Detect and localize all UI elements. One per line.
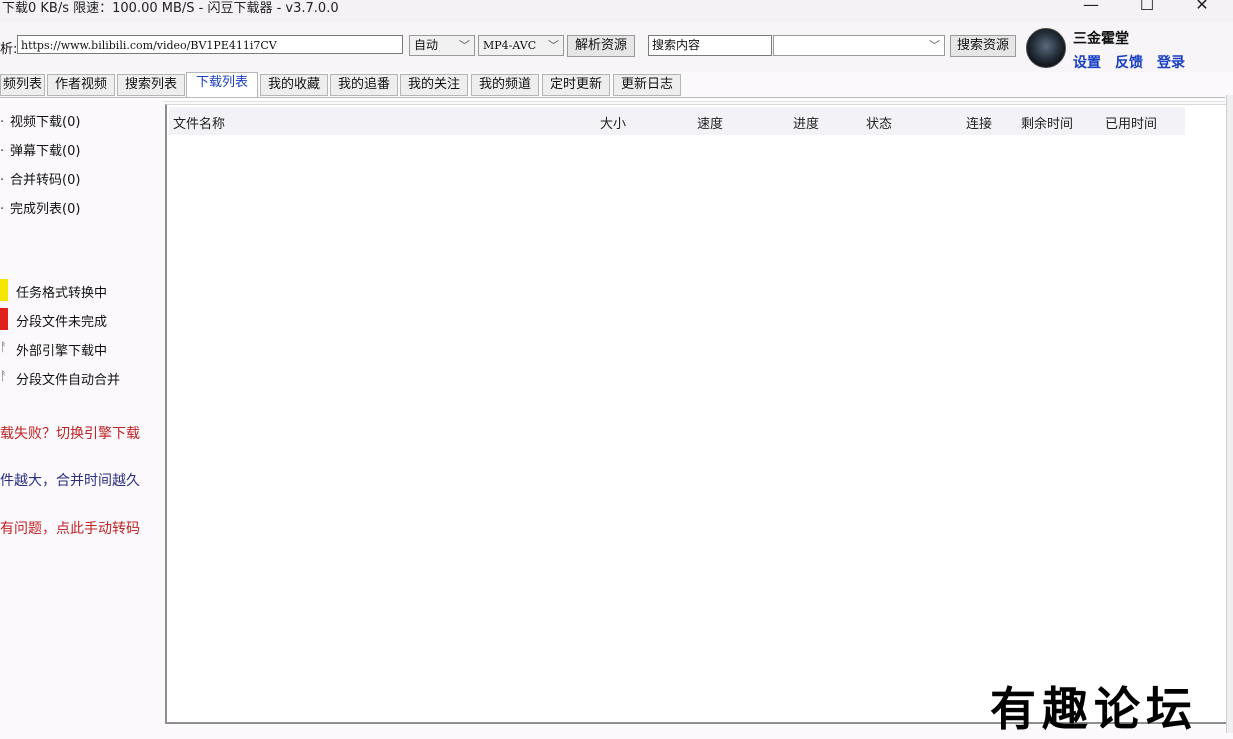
settings-link[interactable]: 设置: [1073, 52, 1101, 72]
column-header-speed[interactable]: 速度: [697, 113, 723, 132]
tab-following[interactable]: 我的关注: [400, 74, 468, 96]
username: 三金霍堂: [1073, 31, 1129, 47]
tab-changelog[interactable]: 更新日志: [613, 74, 681, 96]
window-title: 下载0 KB/s 限速：100.00 MB/S - 闪豆下载器 - v3.7.0…: [2, 1, 339, 16]
avatar[interactable]: [1026, 28, 1066, 68]
column-header-filename[interactable]: 文件名称: [173, 113, 225, 132]
column-header-remaining-time[interactable]: 剩余时间: [1021, 113, 1073, 132]
toolbar: 析: https://www.bilibili.com/video/BV1PE4…: [0, 22, 1233, 72]
tab-content-border: [0, 97, 1225, 102]
legend-swatch-converting: [0, 279, 8, 301]
watermark-text: 有趣论坛: [990, 682, 1198, 736]
legend-label-auto-merge: 分段文件自动合并: [16, 373, 121, 388]
sidebar-item-label: 完成列表(0): [10, 202, 81, 217]
merge-time-note: 件越大，合并时间越久: [0, 473, 140, 489]
parse-button[interactable]: 解析资源: [567, 35, 635, 57]
tab-video-list[interactable]: 频列表: [0, 74, 45, 96]
url-input[interactable]: https://www.bilibili.com/video/BV1PE411i…: [17, 35, 403, 54]
tab-anime-follow[interactable]: 我的追番: [330, 74, 398, 96]
tab-author-videos[interactable]: 作者视频: [47, 74, 115, 96]
login-link[interactable]: 登录: [1157, 52, 1185, 72]
maximize-icon[interactable]: ☐: [1127, 0, 1167, 14]
column-header-progress[interactable]: 进度: [793, 113, 819, 132]
legend-label-converting: 任务格式转换中: [16, 286, 108, 301]
quality-select[interactable]: 自动 ﹀: [409, 35, 475, 56]
switch-engine-link[interactable]: 载失败？切换引擎下载: [0, 423, 140, 443]
list-header: 文件名称 大小 速度 进度 状态 连接 剩余时间 已用时间: [169, 107, 1185, 135]
format-select-value: MP4-AVC: [483, 39, 537, 52]
tab-search-list[interactable]: 搜索列表: [117, 74, 185, 96]
tree-marker-icon: ·: [0, 202, 5, 217]
tab-favorites[interactable]: 我的收藏: [260, 74, 328, 96]
tree-marker-icon: ·: [0, 115, 5, 130]
window-right-edge: [1226, 95, 1233, 733]
column-header-elapsed-time[interactable]: 已用时间: [1105, 113, 1157, 132]
url-label: 析:: [0, 42, 18, 57]
tree-marker-icon: ·: [0, 144, 5, 159]
close-icon[interactable]: ✕: [1182, 0, 1222, 14]
column-header-size[interactable]: 大小: [600, 113, 626, 132]
sidebar-item-danmaku-download[interactable]: · 弹幕下载(0): [0, 140, 80, 159]
quality-select-value: 自动: [414, 38, 439, 52]
chevron-down-icon: ﹀: [929, 39, 940, 52]
sidebar-item-completed[interactable]: · 完成列表(0): [0, 198, 80, 217]
search-button[interactable]: 搜索资源: [950, 35, 1016, 57]
search-input[interactable]: 搜索内容: [648, 35, 772, 56]
minimize-icon[interactable]: —: [1071, 0, 1111, 14]
column-header-connections[interactable]: 连接: [966, 113, 992, 132]
chevron-down-icon: ﹀: [548, 39, 559, 52]
download-list-panel[interactable]: 文件名称 大小 速度 进度 状态 连接 剩余时间 已用时间: [165, 104, 1227, 724]
sidebar-item-video-download[interactable]: · 视频下载(0): [0, 111, 80, 130]
legend-swatch-incomplete: [0, 308, 8, 330]
sidebar-item-label: 视频下载(0): [10, 115, 81, 130]
format-select[interactable]: MP4-AVC ﹀: [478, 35, 564, 56]
legend-label-incomplete: 分段文件未完成: [16, 315, 108, 330]
chevron-down-icon: ﹀: [459, 39, 470, 52]
tab-scheduled-update[interactable]: 定时更新: [542, 74, 610, 96]
column-header-status[interactable]: 状态: [866, 113, 892, 132]
search-type-select[interactable]: ﹀: [773, 35, 945, 56]
sidebar-item-label: 弹幕下载(0): [10, 144, 81, 159]
legend-label-external-engine: 外部引擎下载中: [16, 344, 108, 359]
feedback-link[interactable]: 反馈: [1115, 52, 1143, 72]
sidebar: · 视频下载(0) · 弹幕下载(0) · 合并转码(0) · 完成列表(0) 任务格式…: [0, 100, 163, 733]
tab-channels[interactable]: 我的频道: [471, 74, 539, 96]
auto-merge-icon: ᚨ: [0, 369, 8, 383]
external-engine-icon: ᚨ: [0, 340, 8, 354]
title-bar: 下载0 KB/s 限速：100.00 MB/S - 闪豆下载器 - v3.7.0…: [0, 0, 1233, 22]
tab-bar: 频列表 作者视频 搜索列表 下载列表 我的收藏 我的追番 我的关注 我的频道 定…: [0, 72, 1233, 98]
manual-transcode-link[interactable]: 有问题，点此手动转码: [0, 518, 140, 538]
sidebar-item-label: 合并转码(0): [10, 173, 81, 188]
sidebar-item-merge-transcode[interactable]: · 合并转码(0): [0, 169, 80, 188]
tab-download-list[interactable]: 下载列表: [186, 72, 258, 98]
tree-marker-icon: ·: [0, 173, 5, 188]
